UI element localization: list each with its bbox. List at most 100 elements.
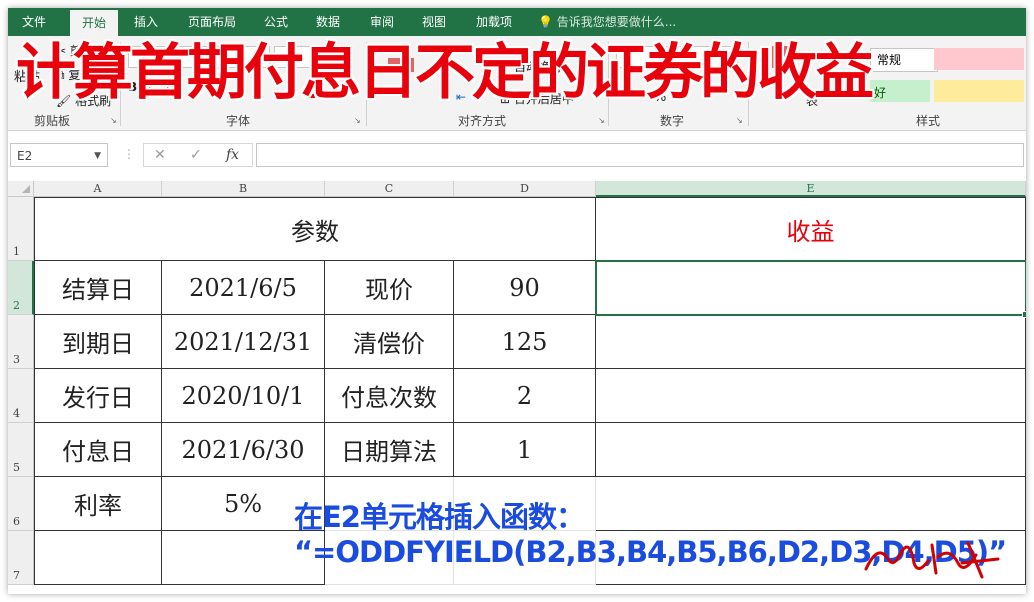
cell-text: 2021/12/31 [173,327,313,356]
yield-result-cell[interactable] [596,423,1026,477]
tab-addins[interactable]: 加载项 [468,8,520,36]
ribbon-tab-bar: 文件 开始 插入 页面布局 公式 数据 审阅 视图 加载项 💡 告诉我您想要做什… [8,8,1026,36]
cell-e6[interactable] [596,477,1026,531]
cell-text: 125 [501,327,548,356]
table-cell-param-label[interactable]: 付息次数 [325,369,454,423]
enter-icon[interactable]: ✓ [190,144,202,166]
table-cell-value[interactable]: 2021/6/5 [162,261,325,315]
tell-me-search[interactable]: 💡 告诉我您想要做什么... [538,8,676,36]
table-cell-value[interactable]: 2021/6/30 [162,423,325,477]
formula-bar: E2 ▼ ⋮ ✕ ✓ fx [8,131,1026,181]
cell-text: 2020/10/1 [181,381,305,410]
column-header-b[interactable]: B [162,181,325,197]
name-box-value: E2 [17,149,33,163]
cell-text: 发行日 [62,384,134,412]
cell-text: 到期日 [62,330,134,358]
style-normal[interactable]: 常规 [870,48,938,72]
row-number: 1 [13,245,20,258]
group-label-clipboard: 剪贴板 [34,114,71,128]
column-header-a[interactable]: A [34,181,162,197]
table-cell-label[interactable]: 到期日 [34,315,162,369]
cell-text: 1 [516,435,533,464]
insert-function-icon[interactable]: fx [226,144,239,166]
formula-input[interactable] [256,143,1024,167]
row-number: 7 [13,569,20,582]
row-header-3[interactable]: 3 [8,315,34,369]
row-number: 3 [13,353,20,366]
group-label-alignment: 对齐方式 [458,114,507,128]
table-cell-param-label[interactable]: 现价 [325,261,454,315]
tab-data[interactable]: 数据 [308,8,348,36]
tab-formulas[interactable]: 公式 [256,8,296,36]
row-header-1[interactable]: 1 [8,197,34,261]
cell-a7[interactable] [34,531,162,585]
cell-text: 2 [516,381,533,410]
select-all-button[interactable] [8,181,34,197]
table-cell-label[interactable]: 付息日 [34,423,162,477]
row-header-6[interactable]: 6 [8,477,34,531]
row-number: 6 [13,515,20,528]
lightbulb-icon: 💡 [538,15,553,29]
table-cell-value[interactable]: 2021/12/31 [162,315,325,369]
tab-insert[interactable]: 插入 [126,8,166,36]
tab-page-layout[interactable]: 页面布局 [180,8,244,36]
number-launcher-icon[interactable]: ↘ [736,116,743,125]
yield-result-cell[interactable] [596,315,1026,369]
cell-text: 付息次数 [341,384,437,412]
drag-handle-icon[interactable]: ⋮ [123,147,135,161]
active-cell-selection[interactable] [595,260,1026,318]
row-number: 2 [13,299,20,312]
style-good-label: 好 [874,86,887,100]
signature-watermark [864,541,1000,579]
style-bad[interactable] [934,48,1024,70]
params-header-cell[interactable]: 参数 [34,197,596,261]
yield-result-cell[interactable] [596,369,1026,423]
group-label-font: 字体 [226,114,251,128]
tab-review[interactable]: 审阅 [362,8,402,36]
column-header-d[interactable]: D [454,181,596,197]
cancel-icon[interactable]: ✕ [154,144,166,166]
row-header-5[interactable]: 5 [8,423,34,477]
cell-text: 现价 [365,276,413,304]
table-cell-value[interactable]: 2020/10/1 [162,369,325,423]
excel-window: 文件 开始 插入 页面布局 公式 数据 审阅 视图 加载项 💡 告诉我您想要做什… [8,8,1026,594]
table-cell-param-value[interactable]: 1 [454,423,596,477]
table-cell-param-value[interactable]: 125 [454,315,596,369]
column-header-e[interactable]: E [596,181,1026,197]
yield-header-cell[interactable]: 收益 [596,197,1026,261]
cell-text: 付息日 [62,438,134,466]
row-number: 4 [13,407,20,420]
row-header-7[interactable]: 7 [8,531,34,585]
cell-text: 日期算法 [341,438,437,466]
row-header-2[interactable]: 2 [8,261,34,315]
cell-text: 结算日 [62,276,134,304]
style-neutral[interactable] [934,80,1024,102]
tab-home[interactable]: 开始 [70,8,118,36]
table-cell-label[interactable]: 发行日 [34,369,162,423]
cell-text: 清偿价 [353,330,425,358]
name-box[interactable]: E2 ▼ [10,143,108,167]
row-header-4[interactable]: 4 [8,369,34,423]
column-header-c[interactable]: C [325,181,454,197]
rate-label: 利率 [74,492,122,520]
clipboard-launcher-icon[interactable]: ↘ [110,116,117,125]
chevron-down-icon[interactable]: ▼ [94,144,101,168]
instruction-line-1: 在E2单元格插入函数： [294,500,585,534]
tab-view[interactable]: 视图 [414,8,454,36]
tell-me-label: 告诉我您想要做什么... [556,15,677,29]
table-cell-param-label[interactable]: 日期算法 [325,423,454,477]
tutorial-title: 计算首期付息日不定的证券的收益 [16,38,874,108]
rate-value: 5% [223,489,263,518]
row-number: 5 [13,461,20,474]
rate-label-cell[interactable]: 利率 [34,477,162,531]
table-cell-param-value[interactable]: 2 [454,369,596,423]
font-launcher-icon[interactable]: ↘ [354,116,361,125]
formula-buttons: ✕ ✓ fx [143,143,253,167]
table-cell-param-label[interactable]: 清偿价 [325,315,454,369]
alignment-launcher-icon[interactable]: ↘ [598,116,605,125]
params-header: 参数 [291,217,339,246]
table-cell-param-value[interactable]: 90 [454,261,596,315]
cell-text: 90 [509,273,540,302]
tab-file[interactable]: 文件 [14,8,54,36]
table-cell-label[interactable]: 结算日 [34,261,162,315]
